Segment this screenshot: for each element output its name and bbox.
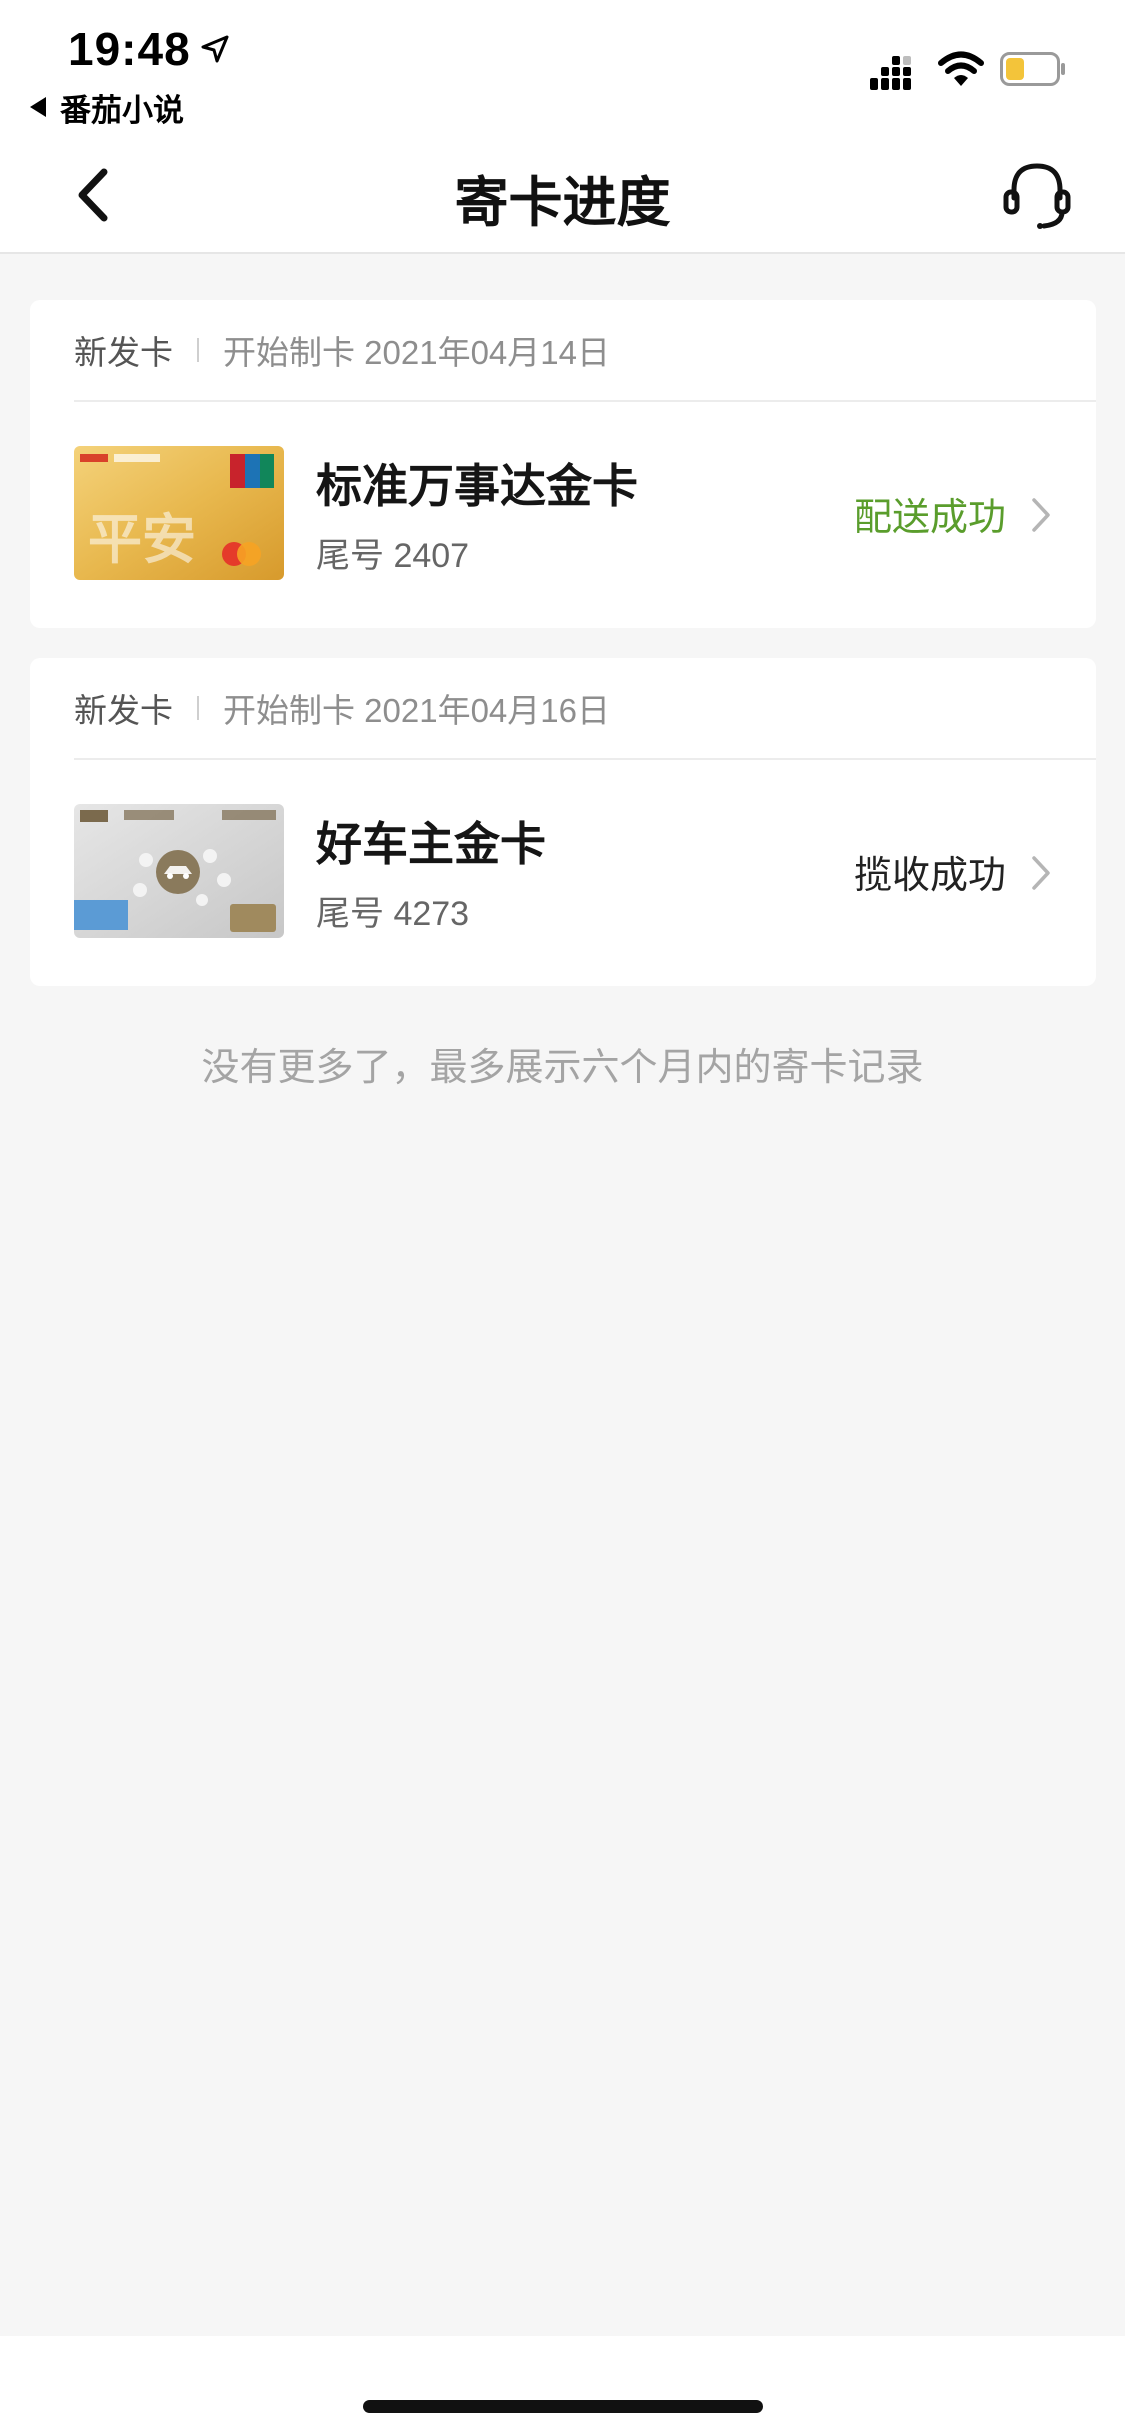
car-owner-card-image [74,804,284,938]
back-app-label: 番茄小说 [60,92,184,128]
status-bar: 19:48 番茄小说 [0,0,1125,140]
page-title: 寄卡进度 [454,173,671,233]
divider [197,696,199,720]
navigation-bar: 寄卡进度 [0,140,1125,254]
card-name: 好车主金卡 [316,818,546,870]
delivery-status: 揽收成功 [853,855,1006,897]
battery-icon [1000,52,1065,86]
card-header: 新发卡 开始制卡 2021年04月14日 [74,326,610,374]
no-more-records-note: 没有更多了，最多展示六个月内的寄卡记录 [201,1047,924,1089]
cellular-signal-icon [870,56,911,90]
back-triangle-icon [30,97,46,117]
divider [74,400,1096,402]
customer-service-headset-icon[interactable] [1002,158,1072,232]
wifi-icon [938,51,984,86]
chevron-right-icon [1032,856,1050,890]
card-start-date: 开始制卡 2021年04月14日 [223,334,610,371]
gold-card-image: 平安 [74,446,284,580]
home-indicator-area [0,2336,1125,2435]
delivery-status: 配送成功 [853,497,1006,539]
mail-card-item[interactable]: 新发卡 开始制卡 2021年04月16日 好车主金卡 尾号 4273 揽收成功 [30,658,1096,986]
card-face-logo: 平安 [88,508,196,571]
mail-card-item[interactable]: 新发卡 开始制卡 2021年04月14日 平安 标准万事达金卡 尾号 2407 … [30,300,1096,628]
card-tail-number: 尾号 2407 [316,537,470,575]
location-arrow-icon [201,35,229,63]
card-name: 标准万事达金卡 [316,460,638,512]
home-indicator[interactable] [363,2400,763,2413]
card-type: 新发卡 [74,692,173,729]
divider [197,338,199,362]
card-type: 新发卡 [74,334,173,371]
card-tail-number: 尾号 4273 [316,895,470,933]
card-start-date: 开始制卡 2021年04月16日 [223,692,610,729]
status-time: 19:48 [68,23,191,75]
divider [74,758,1096,760]
card-header: 新发卡 开始制卡 2021年04月16日 [74,684,610,732]
back-to-app-link[interactable]: 番茄小说 [30,88,184,128]
chevron-right-icon [1032,498,1050,532]
